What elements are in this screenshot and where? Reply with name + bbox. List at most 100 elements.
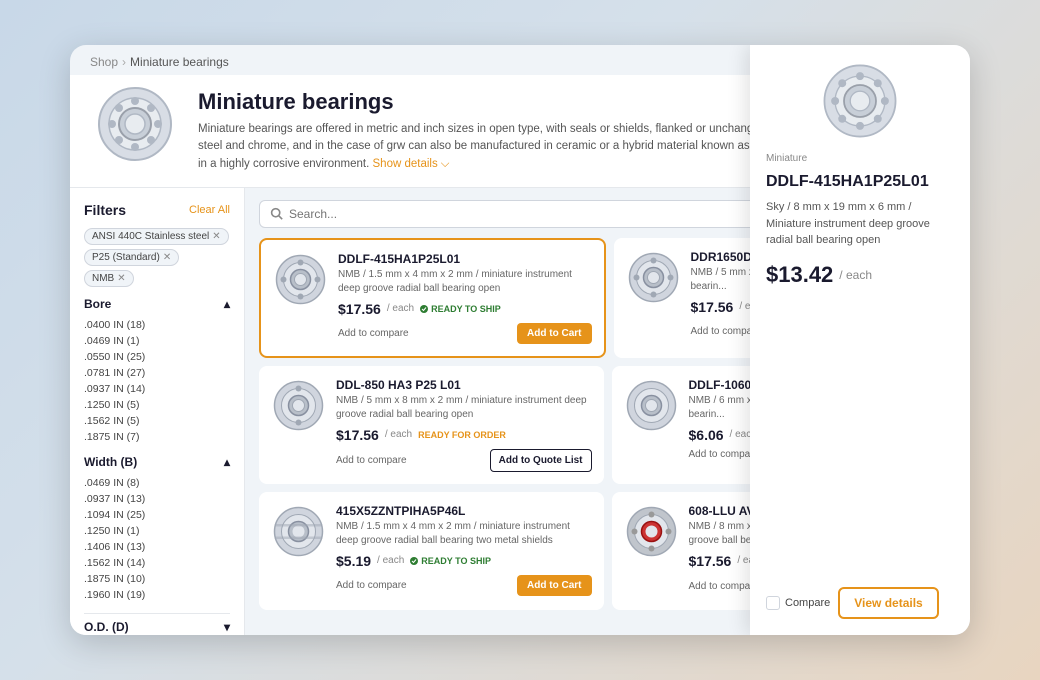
bore-section-header[interactable]: Bore ▴: [84, 297, 230, 311]
od-filter-section[interactable]: O.D. (D) ▾: [84, 613, 230, 635]
view-details-button[interactable]: View details: [838, 587, 938, 619]
product-actions-5: Add to compare Add to Cart: [336, 575, 592, 596]
search-icon: [270, 207, 283, 220]
detail-price: $13.42: [766, 262, 833, 288]
sidebar: Filters Clear All ANSI 440C Stainless st…: [70, 188, 245, 635]
add-to-quote-button-3[interactable]: Add to Quote List: [490, 449, 592, 472]
product-price-row-5: $5.19 / each READY TO SHIP: [336, 553, 592, 569]
detail-description: Sky / 8 mm x 19 mm x 6 mm / Miniature in…: [766, 199, 954, 249]
product-sku-3: DDL-850 HA3 P25 L01: [336, 378, 592, 392]
bore-filter-0781[interactable]: .0781 IN (27): [84, 365, 230, 381]
product-card-3: DDL-850 HA3 P25 L01 NMB / 5 mm x 8 mm x …: [259, 366, 604, 484]
detail-price-row: $13.42 / each: [766, 262, 954, 288]
check-icon-5: [410, 557, 418, 565]
product-price-6: $17.56: [689, 553, 732, 569]
product-info-1: DDLF-415HA1P25L01 NMB / 1.5 mm x 4 mm x …: [338, 252, 592, 344]
bore-filter-0550[interactable]: .0550 IN (25): [84, 349, 230, 365]
check-icon: [420, 305, 428, 313]
bearing-icon-5: [271, 504, 326, 559]
product-desc-1: NMB / 1.5 mm x 4 mm x 2 mm / miniature i…: [338, 268, 592, 296]
filter-tag-nmb[interactable]: NMB ✕: [84, 270, 134, 287]
compare-label: Compare: [785, 597, 830, 609]
breadcrumb-shop[interactable]: Shop: [90, 55, 118, 69]
product-image-1: [273, 252, 328, 307]
product-price-unit-3: / each: [385, 429, 412, 440]
product-sku-1: DDLF-415HA1P25L01: [338, 252, 592, 266]
bearing-icon-4: [624, 378, 679, 433]
add-compare-1[interactable]: Add to compare: [338, 328, 409, 339]
clear-all-button[interactable]: Clear All: [189, 204, 230, 216]
detail-price-unit: / each: [839, 268, 872, 282]
product-card-5: 415X5ZZNTPIHA5P46L NMB / 1.5 mm x 4 mm x…: [259, 492, 604, 610]
filter-tag-stainless[interactable]: ANSI 440C Stainless steel ✕: [84, 228, 229, 245]
product-image-3: [271, 378, 326, 433]
bore-filter-0400[interactable]: .0400 IN (18): [84, 317, 230, 333]
product-sku-5: 415X5ZZNTPIHA5P46L: [336, 504, 592, 518]
product-info-3: DDL-850 HA3 P25 L01 NMB / 5 mm x 8 mm x …: [336, 378, 592, 472]
width-filter-1406[interactable]: .1406 IN (13): [84, 539, 230, 555]
search-input[interactable]: [289, 207, 786, 221]
width-filter-1960[interactable]: .1960 IN (19): [84, 587, 230, 603]
detail-sku: DDLF-415HA1P25L01: [766, 188, 954, 191]
filter-tag-p25[interactable]: P25 (Standard) ✕: [84, 249, 179, 266]
add-compare-6[interactable]: Add to compare: [689, 581, 760, 592]
bore-filter-1562[interactable]: .1562 IN (5): [84, 413, 230, 429]
main-layout: Filters Clear All ANSI 440C Stainless st…: [70, 188, 970, 635]
width-filter-1562[interactable]: .1562 IN (14): [84, 555, 230, 571]
width-filter-section: Width (B) ▴ .0469 IN (8) .0937 IN (13) .…: [84, 455, 230, 603]
add-to-cart-button-1[interactable]: Add to Cart: [517, 323, 591, 344]
bore-filter-0937[interactable]: .0937 IN (14): [84, 381, 230, 397]
product-price-4: $6.06: [689, 427, 724, 443]
product-price-2: $17.56: [691, 299, 734, 315]
detail-panel: Miniature DDLF-415HA1P25L01 Sky / 8 mm x…: [750, 188, 970, 635]
active-filters: ANSI 440C Stainless steel ✕ P25 (Standar…: [84, 228, 230, 287]
sidebar-header: Filters Clear All: [84, 202, 230, 218]
product-image-5: [271, 504, 326, 559]
add-compare-4[interactable]: Add to compare: [689, 449, 760, 460]
bore-filter-1875[interactable]: .1875 IN (7): [84, 429, 230, 445]
product-status-5: READY TO SHIP: [410, 556, 491, 566]
header-bearing-icon: [95, 84, 175, 164]
width-section-header[interactable]: Width (B) ▴: [84, 455, 230, 469]
add-to-cart-button-5[interactable]: Add to Cart: [517, 575, 591, 596]
product-desc-5: NMB / 1.5 mm x 4 mm x 2 mm / miniature i…: [336, 520, 592, 548]
product-image-2: [626, 250, 681, 305]
product-actions-1: Add to compare Add to Cart: [338, 323, 592, 344]
search-box[interactable]: [259, 200, 797, 228]
breadcrumb-current: Miniature bearings: [130, 55, 229, 69]
bearing-icon-6: [624, 504, 679, 559]
width-filter-1250[interactable]: .1250 IN (1): [84, 523, 230, 539]
product-price-unit-1: / each: [387, 303, 414, 314]
product-price-5: $5.19: [336, 553, 371, 569]
product-actions-3: Add to compare Add to Quote List: [336, 449, 592, 472]
bore-filter-1250[interactable]: .1250 IN (5): [84, 397, 230, 413]
product-image-4: [624, 378, 679, 433]
compare-checkbox[interactable]: [766, 596, 780, 610]
product-price-1: $17.56: [338, 301, 381, 317]
width-filter-1094[interactable]: .1094 IN (25): [84, 507, 230, 523]
detail-compare-row: Compare: [766, 596, 830, 610]
bearing-icon-1: [273, 252, 328, 307]
product-price-3: $17.56: [336, 427, 379, 443]
header-image: [90, 89, 180, 159]
product-image-6: [624, 504, 679, 559]
main-card: Shop › Miniature bearings Miniature bea: [70, 45, 970, 635]
width-filter-0937[interactable]: .0937 IN (13): [84, 491, 230, 507]
product-status-1: READY TO SHIP: [420, 304, 501, 314]
bearing-icon-2: [626, 250, 681, 305]
width-filter-1875[interactable]: .1875 IN (10): [84, 571, 230, 587]
product-status-3: READY FOR ORDER: [418, 430, 506, 440]
filters-title: Filters: [84, 202, 126, 218]
product-info-5: 415X5ZZNTPIHA5P46L NMB / 1.5 mm x 4 mm x…: [336, 504, 592, 598]
add-compare-5[interactable]: Add to compare: [336, 580, 407, 591]
show-details-link[interactable]: Show details ⌵: [373, 156, 450, 173]
product-price-unit-5: / each: [377, 555, 404, 566]
bore-filter-0469[interactable]: .0469 IN (1): [84, 333, 230, 349]
add-compare-3[interactable]: Add to compare: [336, 455, 407, 466]
product-price-row-3: $17.56 / each READY FOR ORDER: [336, 427, 592, 443]
product-price-row-1: $17.56 / each READY TO SHIP: [338, 301, 592, 317]
product-desc-3: NMB / 5 mm x 8 mm x 2 mm / miniature ins…: [336, 394, 592, 422]
width-filter-0469[interactable]: .0469 IN (8): [84, 475, 230, 491]
product-card-1: DDLF-415HA1P25L01 NMB / 1.5 mm x 4 mm x …: [259, 238, 606, 358]
detail-actions: Compare View details: [766, 587, 954, 619]
